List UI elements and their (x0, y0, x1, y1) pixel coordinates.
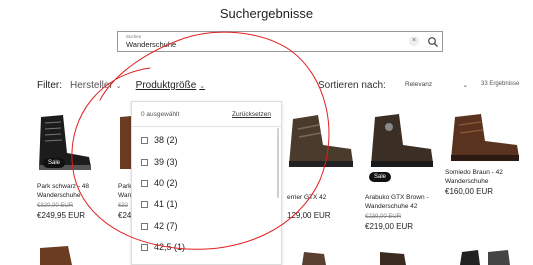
checkbox[interactable] (141, 136, 148, 144)
size-filter-dropdown: 0 ausgewählt Zurücksetzen 38 (2) 39 (3) … (131, 101, 282, 265)
product-image[interactable] (300, 250, 330, 265)
chevron-down-icon: ⌄ (115, 82, 122, 90)
price: €219,00 EUR (365, 222, 414, 231)
product-image[interactable] (378, 250, 408, 265)
size-option-42[interactable]: 42 (7) (141, 221, 178, 231)
search-input-label: Suchen (126, 34, 142, 39)
size-option-label: 42,5 (1) (154, 242, 186, 252)
product-name[interactable]: errier GTX 42 (287, 194, 326, 203)
checkbox[interactable] (141, 243, 148, 251)
old-price: €320,00 EUR (37, 203, 74, 209)
product-name-line: Park schwarz - 48 (37, 183, 90, 190)
scrollbar[interactable] (277, 128, 279, 198)
size-option-label: 41 (1) (154, 199, 178, 209)
close-icon[interactable]: × (409, 36, 419, 46)
filter-size-button[interactable]: Produktgröße ⌄ (136, 80, 205, 91)
size-option-39[interactable]: 39 (3) (141, 157, 178, 167)
size-option-42-5[interactable]: 42,5 (1) (141, 242, 185, 252)
product-name[interactable]: Somiedo Braun - 42 Wanderschuhe (445, 169, 503, 186)
checkbox[interactable] (141, 222, 148, 230)
size-option-label: 40 (2) (154, 178, 178, 188)
size-option-40[interactable]: 40 (2) (141, 178, 178, 188)
page-title: Suchergebnisse (219, 6, 314, 21)
sale-badge: Sale (43, 158, 66, 168)
filter-manufacturer-button[interactable]: Hersteller ⌄ (70, 80, 122, 91)
sort-select-value: Relevanz (405, 81, 433, 88)
filter-manufacturer-label: Hersteller (70, 80, 113, 91)
reset-button[interactable]: Zurücksetzen (232, 111, 271, 118)
size-option-38[interactable]: 38 (2) (141, 135, 178, 145)
product-name-line: Somiedo Braun - 42 (445, 169, 503, 176)
search-input-value[interactable]: Wanderschuhe (126, 40, 176, 49)
sort-select[interactable]: Relevanz ⌄ (405, 81, 468, 89)
sale-badge: Sale (369, 172, 392, 182)
product-image-park[interactable] (118, 113, 132, 175)
product-name-line: Wanderschuhe 42 (365, 202, 418, 210)
product-image[interactable] (38, 244, 78, 265)
size-option-label: 39 (3) (154, 157, 178, 167)
checkbox[interactable] (141, 200, 148, 208)
search-icon[interactable] (427, 36, 439, 48)
product-name-line: Wanderschuhe (37, 191, 81, 199)
product-name[interactable]: Park schwarz - 48 Wanderschuhe (37, 183, 89, 200)
old-price: €239,00 EUR (365, 214, 402, 220)
old-price: €32 (118, 203, 129, 209)
price: 129,00 EUR (287, 211, 331, 220)
filter-size-label: Produktgröße (135, 80, 197, 91)
product-image[interactable] (458, 248, 518, 265)
product-name-line: Wanderschuhe (445, 177, 489, 185)
chevron-down-icon: ⌄ (199, 82, 206, 90)
product-name-line: Park (118, 183, 132, 190)
sort-label: Sortieren nach: (318, 80, 386, 91)
size-option-label: 42 (7) (154, 221, 178, 231)
product-name-line: Arabuko GTX Brown - (365, 194, 429, 201)
size-option-41[interactable]: 41 (1) (141, 199, 178, 209)
filter-bar: Filter: Hersteller ⌄ Produktgröße ⌄ (37, 80, 219, 91)
product-name[interactable]: Arabuko GTX Brown - Wanderschuhe 42 (365, 194, 429, 211)
selected-count: 0 ausgewählt (141, 111, 180, 118)
price: €24 (118, 211, 132, 220)
filter-label: Filter: (37, 80, 62, 91)
checkbox[interactable] (141, 158, 148, 166)
checkbox[interactable] (141, 179, 148, 187)
product-image-arabuko[interactable] (365, 111, 440, 171)
divider (132, 126, 281, 127)
chevron-down-icon: ⌄ (462, 82, 468, 89)
search-input[interactable]: Suchen Wanderschuhe × (117, 31, 443, 52)
product-image-somiedo[interactable] (445, 111, 525, 166)
price: €160,00 EUR (445, 187, 494, 196)
product-name-line: Wan (118, 191, 132, 199)
product-name[interactable]: Park Wan (118, 183, 131, 200)
price: €249,95 EUR (37, 211, 86, 220)
product-image-terrier[interactable] (283, 111, 358, 171)
results-count: 33 Ergebnisse (481, 81, 520, 87)
size-option-label: 38 (2) (154, 135, 178, 145)
